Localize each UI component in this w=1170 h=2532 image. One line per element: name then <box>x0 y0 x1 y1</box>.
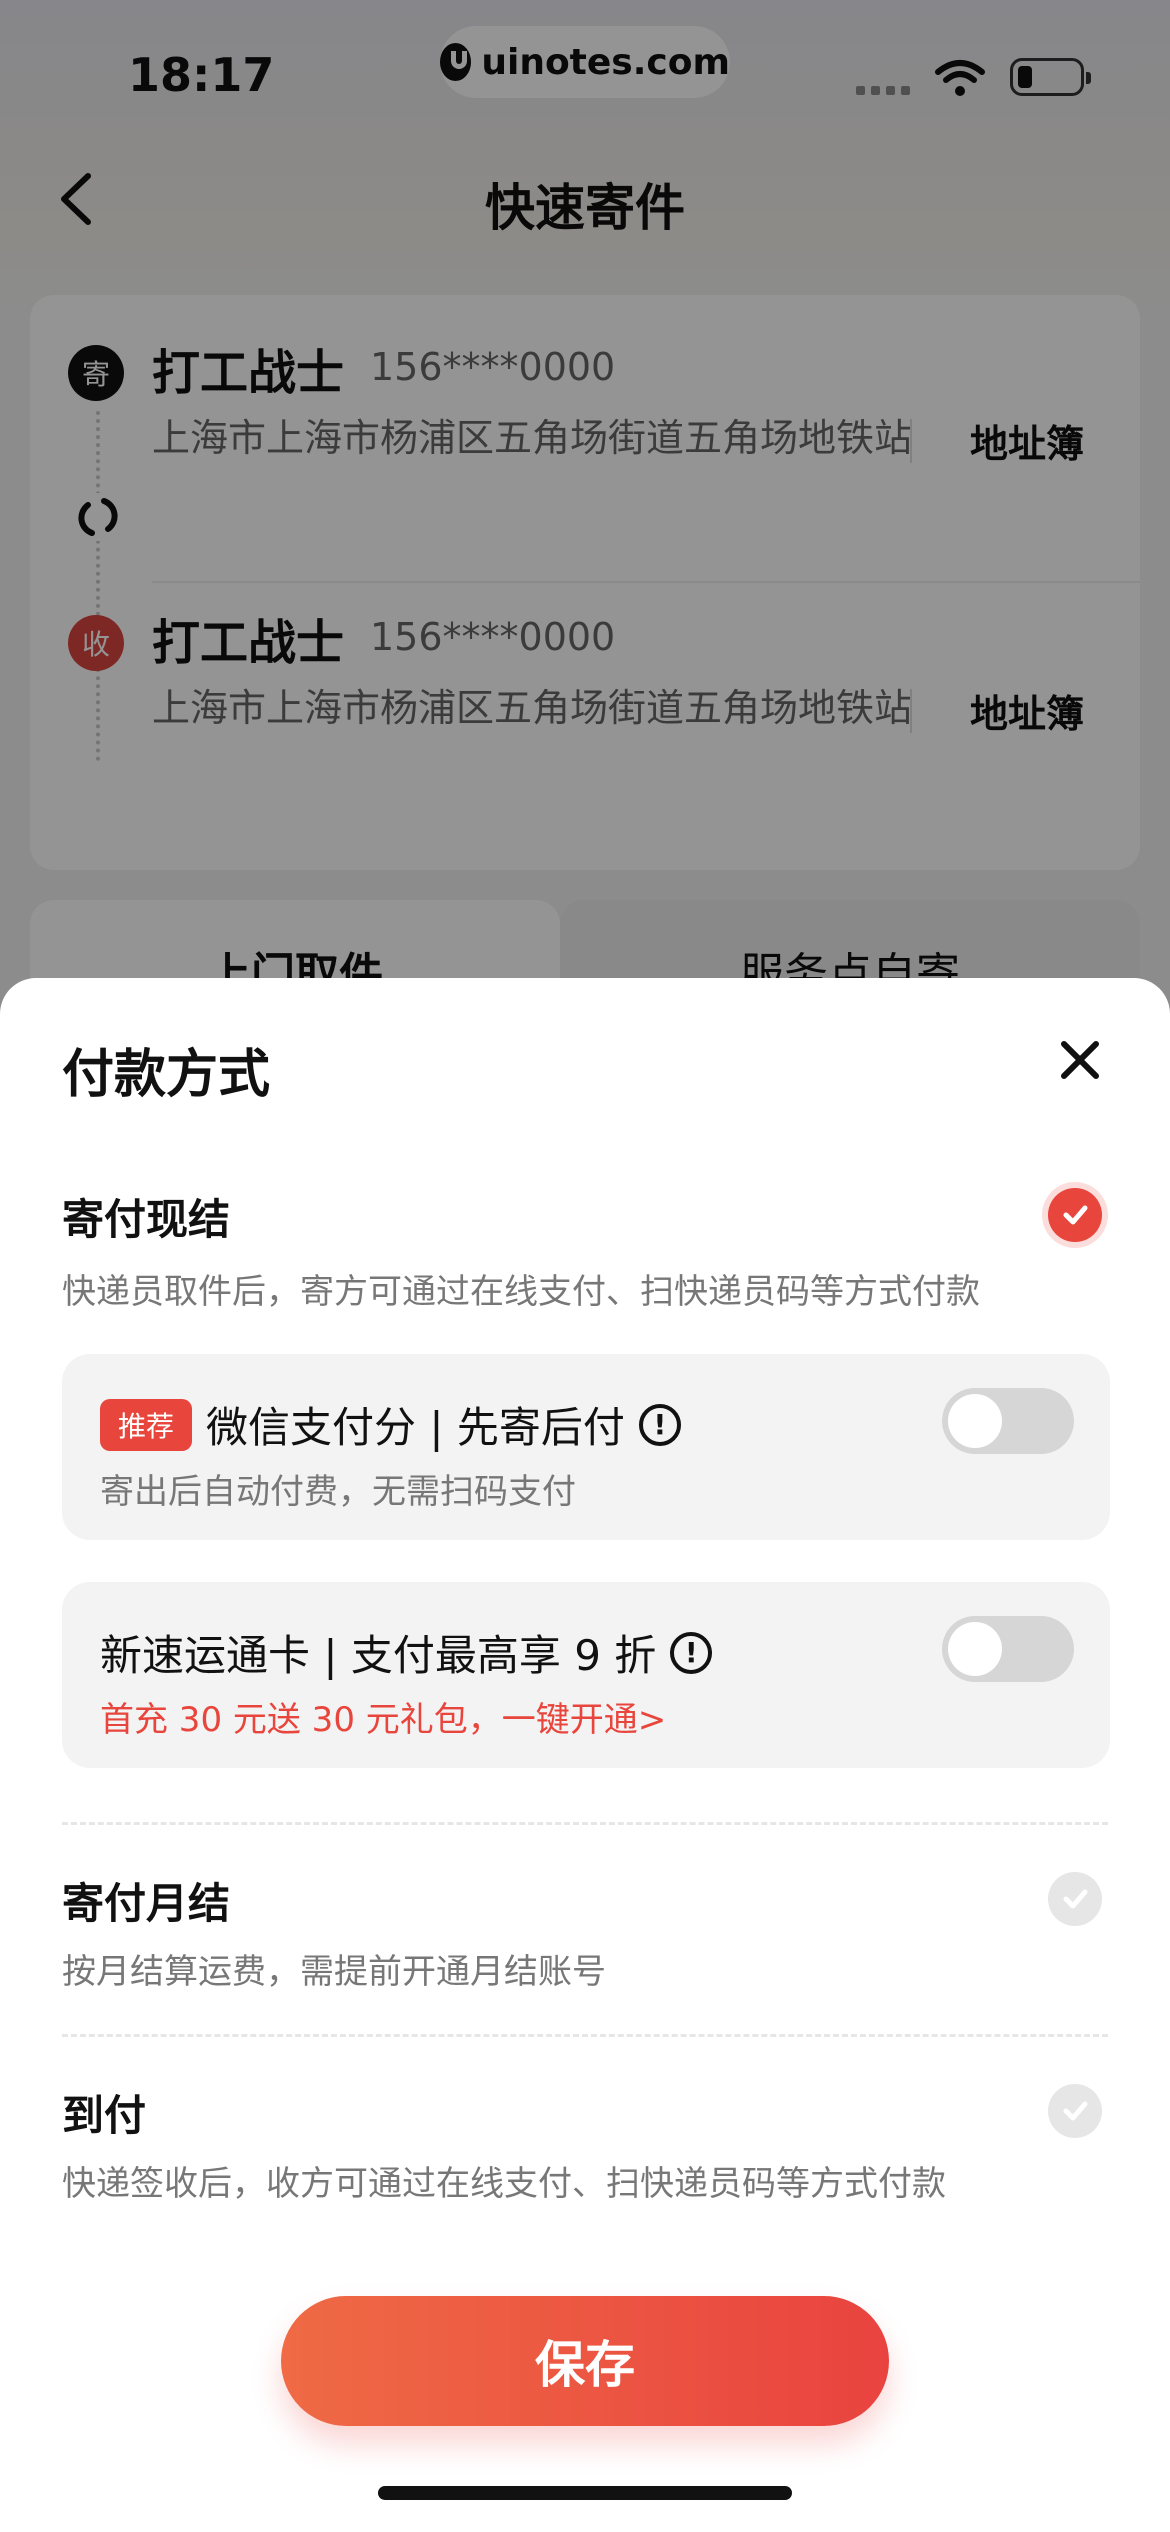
divider <box>62 1822 1108 1825</box>
check-icon <box>1063 2101 1088 2121</box>
option-monthly-title[interactable]: 寄付月结 <box>62 1870 230 1931</box>
home-indicator <box>378 2486 792 2500</box>
express-card-title-row: 新速运通卡 | 支付最高享 9 折 ! <box>100 1622 713 1683</box>
toggle-knob <box>948 1394 1002 1448</box>
option-monthly-desc: 按月结算运费，需提前开通月结账号 <box>62 1952 606 1992</box>
info-icon[interactable]: ! <box>638 1403 681 1446</box>
express-card-promo-link[interactable]: 首充 30 元送 30 元礼包，一键开通> <box>100 1692 666 1741</box>
save-button[interactable]: 保存 <box>281 2296 889 2426</box>
wechat-pay-title-row: 推荐 微信支付分 | 先寄后付 ! <box>100 1394 681 1455</box>
check-icon <box>1063 1889 1088 1909</box>
sheet-title: 付款方式 <box>62 1045 271 1105</box>
option-cod-desc: 快递签收后，收方可通过在线支付、扫快递员码等方式付款 <box>62 2164 946 2204</box>
wechat-pay-card: 推荐 微信支付分 | 先寄后付 ! 寄出后自动付费，无需扫码支付 <box>62 1354 1110 1540</box>
option-monthly-radio[interactable] <box>1048 1872 1102 1926</box>
option-cod-radio[interactable] <box>1048 2084 1102 2138</box>
info-icon[interactable]: ! <box>670 1631 713 1674</box>
check-icon <box>1063 1205 1088 1225</box>
recommend-badge: 推荐 <box>100 1398 193 1451</box>
option-cash-radio[interactable] <box>1048 1188 1102 1242</box>
wechat-pay-title: 微信支付分 | 先寄后付 <box>206 1403 625 1452</box>
divider <box>62 2034 1108 2037</box>
express-card-toggle[interactable] <box>942 1616 1074 1682</box>
wechat-pay-desc: 寄出后自动付费，无需扫码支付 <box>100 1472 576 1512</box>
close-icon[interactable] <box>1054 1034 1106 1086</box>
option-cash-title[interactable]: 寄付现结 <box>62 1186 230 1247</box>
option-cod-title[interactable]: 到付 <box>62 2082 146 2143</box>
express-card-card: 新速运通卡 | 支付最高享 9 折 ! 首充 30 元送 30 元礼包，一键开通… <box>62 1582 1110 1768</box>
wechat-pay-toggle[interactable] <box>942 1388 1074 1454</box>
option-cash-desc: 快递员取件后，寄方可通过在线支付、扫快递员码等方式付款 <box>62 1272 980 1312</box>
toggle-knob <box>948 1622 1002 1676</box>
express-card-title: 新速运通卡 | 支付最高享 9 折 <box>100 1631 657 1680</box>
